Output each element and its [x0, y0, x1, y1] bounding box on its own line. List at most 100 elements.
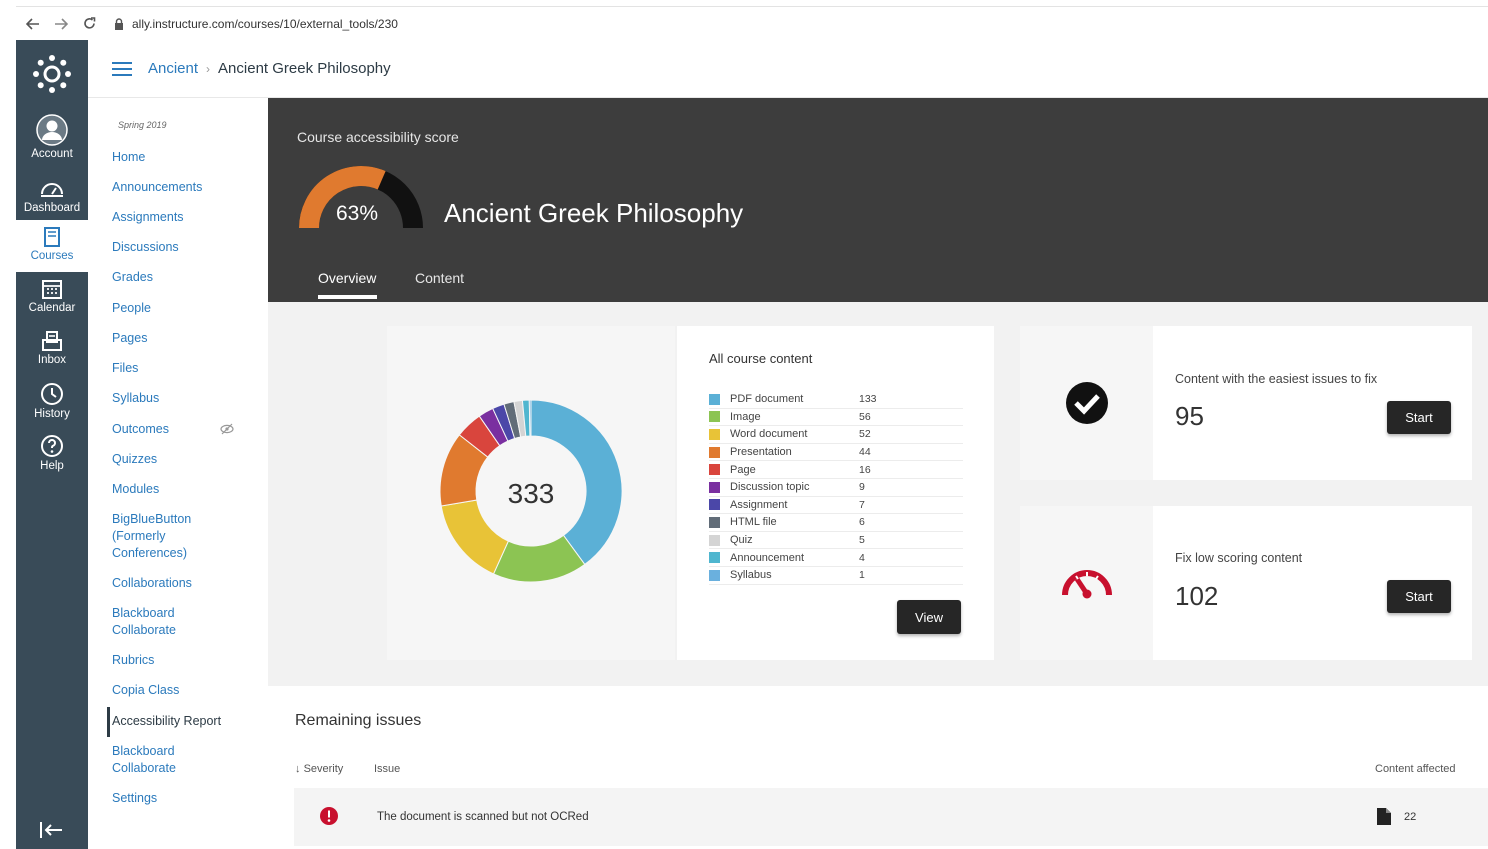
score-value: 63% — [336, 202, 379, 225]
low-scoring-label: Fix low scoring content — [1175, 551, 1303, 565]
course-nav-settings[interactable]: Settings — [112, 790, 242, 807]
global-nav-label: Calendar — [28, 302, 76, 314]
content-type-count: 16 — [859, 463, 871, 476]
course-nav-files[interactable]: Files — [112, 360, 242, 377]
hamburger-menu-icon[interactable] — [112, 61, 132, 77]
global-nav-label: Account — [31, 148, 73, 160]
start-easiest-button[interactable]: Start — [1387, 401, 1451, 434]
course-nav-home[interactable]: Home — [112, 149, 242, 166]
content-type-name: Assignment — [730, 498, 788, 511]
content-type-row: Announcement 4 — [709, 549, 963, 567]
check-circle-icon — [1066, 382, 1108, 424]
content-type-row: HTML file 6 — [709, 514, 963, 532]
donut-slice — [440, 499, 510, 575]
course-nav-bigbluebutton[interactable]: BigBlueButton (Formerly Conferences) — [112, 511, 242, 562]
view-button[interactable]: View — [897, 600, 961, 634]
course-nav-grades[interactable]: Grades — [112, 269, 242, 286]
legend-swatch — [709, 464, 720, 476]
tab-overview[interactable]: Overview — [318, 270, 376, 286]
course-nav-rubrics[interactable]: Rubrics — [112, 652, 242, 669]
content-affected-header[interactable]: Content affected — [1375, 763, 1456, 775]
content-type-row: Quiz 5 — [709, 532, 963, 550]
inbox-icon — [42, 331, 62, 351]
content-type-name: PDF document — [730, 393, 804, 406]
content-type-row: PDF document 133 — [709, 391, 963, 409]
clock-icon — [41, 383, 63, 405]
severity-sort-header[interactable]: ↓ Severity — [295, 763, 343, 775]
course-nav-blackboard-collaborate[interactable]: Blackboard Collaborate — [112, 605, 202, 639]
course-nav-modules[interactable]: Modules — [112, 481, 242, 498]
global-nav-label: Inbox — [37, 354, 67, 366]
content-type-count: 7 — [859, 498, 865, 511]
back-arrow-icon[interactable] — [22, 13, 44, 35]
forward-arrow-icon[interactable] — [50, 13, 72, 35]
issue-column-header[interactable]: Issue — [374, 763, 400, 775]
content-donut-chart: 333 — [439, 399, 623, 583]
legend-swatch — [709, 569, 720, 581]
donut-slice — [528, 399, 532, 437]
task-icon-area — [1020, 506, 1153, 660]
reload-icon[interactable] — [78, 13, 100, 35]
legend-swatch — [709, 428, 720, 440]
term-label: Spring 2019 — [118, 120, 167, 130]
global-nav-label: Help — [40, 460, 64, 472]
course-nav-assignments[interactable]: Assignments — [112, 209, 242, 226]
severe-alert-icon — [320, 807, 338, 825]
course-nav-quizzes[interactable]: Quizzes — [112, 451, 242, 468]
content-type-count: 6 — [859, 516, 865, 529]
content-type-row: Page 16 — [709, 461, 963, 479]
breadcrumb-course-link[interactable]: Ancient — [148, 60, 198, 77]
content-type-name: Page — [730, 463, 756, 476]
canvas-logo-icon[interactable] — [32, 54, 72, 94]
global-nav-inbox[interactable]: Inbox — [16, 330, 88, 380]
report-header: Course accessibility score 63% Ancient G… — [268, 98, 1488, 302]
browser-toolbar: ally.instructure.com/courses/10/external… — [16, 6, 1488, 40]
easiest-issues-count: 95 — [1175, 401, 1204, 431]
content-list-title: All course content — [709, 351, 813, 366]
address-bar[interactable]: ally.instructure.com/courses/10/external… — [132, 17, 398, 31]
global-nav-label: Courses — [30, 250, 74, 262]
remaining-issues-title: Remaining issues — [295, 712, 422, 729]
course-nav-syllabus[interactable]: Syllabus — [112, 390, 242, 407]
report-course-title: Ancient Greek Philosophy — [444, 198, 744, 228]
content-type-row: Presentation 44 — [709, 444, 963, 462]
global-nav-help[interactable]: Help — [16, 434, 88, 484]
content-type-count: 9 — [859, 481, 865, 494]
content-type-name: Presentation — [730, 446, 792, 459]
course-nav-announcements[interactable]: Announcements — [112, 179, 242, 196]
legend-swatch — [709, 393, 720, 405]
course-nav-blackboard-collaborate-2[interactable]: Blackboard Collaborate — [112, 743, 202, 777]
legend-swatch — [709, 516, 720, 528]
course-nav-copia-class[interactable]: Copia Class — [112, 682, 242, 699]
legend-swatch — [709, 534, 720, 546]
content-type-row: Assignment 7 — [709, 497, 963, 515]
content-list-card: All course content PDF document 133 Image 5… — [677, 326, 994, 660]
issue-affected-count: 22 — [1404, 811, 1417, 823]
start-low-scoring-button[interactable]: Start — [1387, 580, 1451, 613]
content-type-name: Quiz — [730, 534, 753, 547]
global-nav-label: History — [34, 408, 70, 420]
content-type-count: 1 — [859, 569, 865, 582]
global-nav-history[interactable]: History — [16, 382, 88, 432]
document-icon — [1377, 808, 1391, 825]
collapse-nav-icon[interactable] — [38, 819, 66, 841]
content-type-count: 56 — [859, 410, 871, 423]
content-type-name: Word document — [730, 428, 808, 441]
issue-row[interactable]: The document is scanned but not OCRed 22 — [294, 788, 1488, 846]
course-nav-accessibility-report[interactable]: Accessibility Report — [112, 713, 242, 730]
legend-swatch — [709, 552, 720, 564]
global-nav-calendar[interactable]: Calendar — [16, 278, 88, 328]
tab-content[interactable]: Content — [415, 270, 464, 286]
content-type-name: Discussion topic — [730, 481, 810, 494]
severity-header-label: Severity — [303, 763, 344, 775]
course-nav-collaborations[interactable]: Collaborations — [112, 575, 242, 592]
lock-icon — [115, 17, 123, 30]
global-nav-account[interactable]: Account — [16, 114, 88, 164]
global-nav-label: Dashboard — [23, 202, 81, 214]
course-nav-people[interactable]: People — [112, 300, 242, 317]
course-nav-discussions[interactable]: Discussions — [112, 239, 242, 256]
global-nav-courses[interactable]: Courses — [16, 220, 88, 272]
sort-down-arrow-icon: ↓ — [295, 763, 301, 775]
donut-total: 333 — [508, 478, 555, 509]
course-nav-pages[interactable]: Pages — [112, 330, 242, 347]
